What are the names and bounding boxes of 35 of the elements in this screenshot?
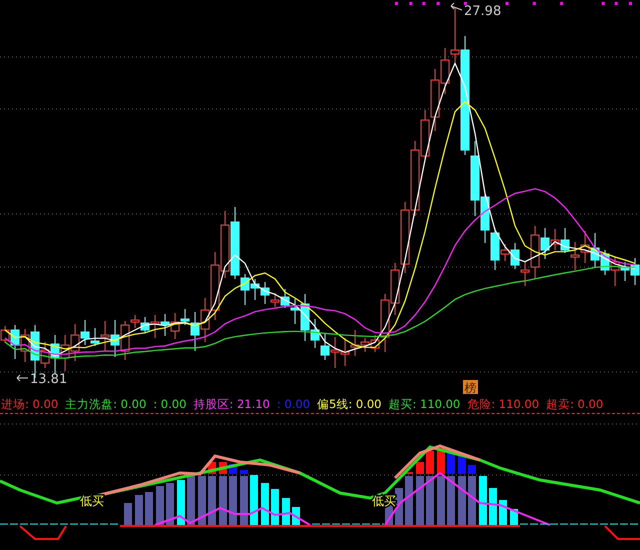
candlestick (580, 230, 590, 264)
indicator-value: : 0.00 (153, 397, 186, 411)
arrow-icon (450, 2, 462, 10)
indicator-value: 危险: 110.00 (467, 396, 540, 412)
buy-signal-label: 低买 (80, 494, 104, 508)
arrow-icon (16, 374, 28, 382)
indicator-value: 偏5线: 0.00 (317, 396, 382, 412)
candlestick (390, 262, 400, 316)
price-label: 13.81 (30, 372, 68, 387)
indicator-value: 主力洗盘: 0.00 (65, 396, 146, 412)
indicator-value: 超卖: 0.00 (546, 396, 604, 412)
candlestick (440, 48, 450, 94)
candlestick (600, 250, 610, 276)
indicator-value: 进场: 0.00 (1, 396, 58, 412)
candlestick (320, 334, 330, 360)
candlestick (570, 242, 580, 270)
candlestick (560, 228, 570, 254)
candlestick (60, 334, 70, 372)
candlestick (400, 202, 410, 274)
candlestick (630, 258, 640, 286)
rank-tag: 榜 (463, 380, 478, 395)
price-label: 27.98 (464, 4, 502, 19)
candlestick (160, 314, 170, 336)
indicator-value: 持股区: 21.10 (193, 396, 270, 412)
candlestick (280, 288, 290, 308)
candlestick (590, 232, 600, 268)
candlestick (110, 320, 120, 358)
candlestick (330, 336, 340, 368)
candlestick (150, 314, 160, 338)
candlestick (220, 210, 230, 278)
indicator-value: : 0.00 (276, 397, 310, 411)
candlestick (430, 68, 440, 132)
candlestick (340, 338, 350, 366)
candlestick (140, 316, 150, 334)
indicator-value: 超买: 110.00 (388, 396, 460, 412)
